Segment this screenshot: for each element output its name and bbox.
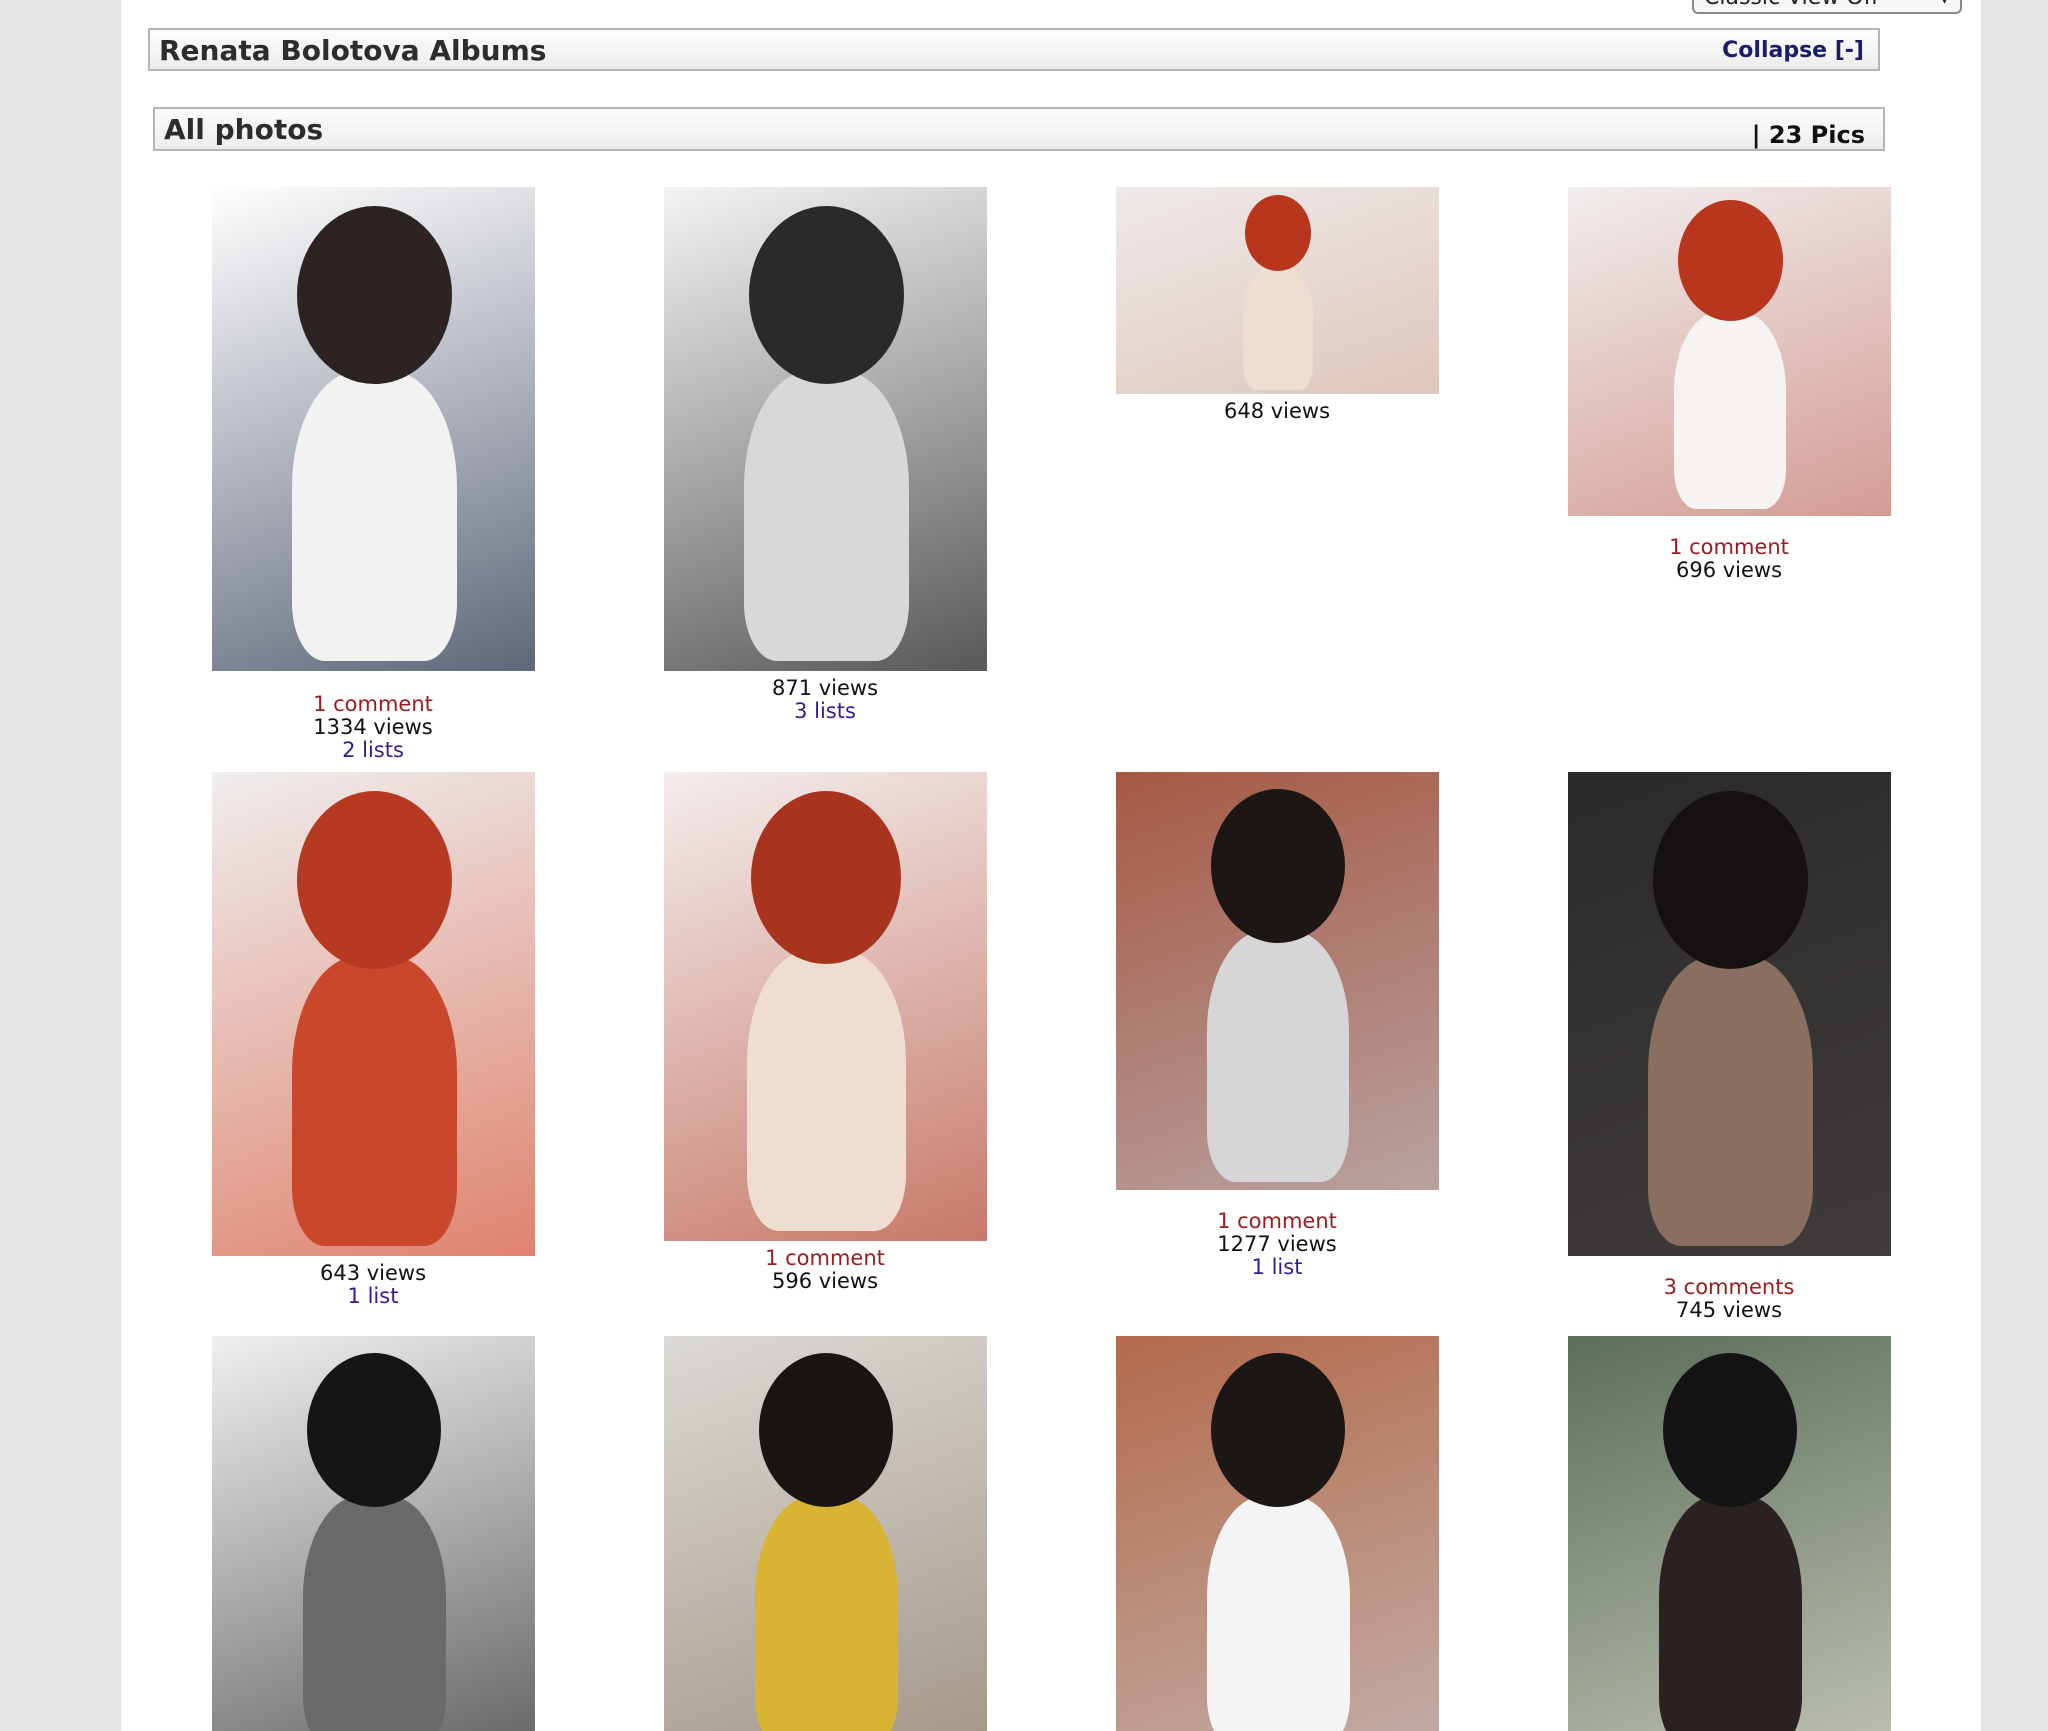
photo-stats: 648 views [1115,400,1439,423]
photo-views-count: 648 views [1223,399,1331,423]
photo-thumbnail[interactable] [1115,1336,1439,1731]
photo-subject-body [1647,956,1813,1246]
photo-subject-body [743,371,909,661]
photo-subject-body [291,956,457,1246]
photo-lists-link[interactable]: 1 list [211,1285,535,1308]
photo-subject-hair [306,1353,441,1507]
photo-subject-body [1673,312,1786,509]
photo-stats: 1 comment 1334 views 2 lists [211,693,535,762]
photo-thumbnail[interactable] [663,1336,987,1731]
photo-subject-hair [758,1353,893,1507]
photo-item: 871 views 3 lists [663,187,987,723]
photo-subject-hair [1210,1353,1345,1507]
photo-comments-link[interactable]: 1 comment [1567,536,1891,559]
photo-subject-body [291,371,457,661]
photo-item: 643 views 1 list [211,772,535,1308]
page-content: Classic View Off ▾ Renata Bolotova Album… [121,0,1981,1731]
photo-thumbnail[interactable] [1567,772,1891,1256]
photo-item: 1 comment 696 views [1567,187,1891,582]
photo-grid: 1 comment 1334 views 2 lists 871 views 3 lis… [121,0,1981,1731]
photo-subject-hair [750,791,901,964]
photo-views-count: 643 views [319,1261,427,1285]
photo-thumbnail[interactable] [1567,187,1891,516]
photo-thumbnail[interactable] [1115,187,1439,394]
photo-lists-link[interactable]: 3 lists [663,700,987,723]
photo-stats: 1 comment 696 views [1567,536,1891,582]
photo-subject-body [302,1496,446,1731]
photo-thumbnail[interactable] [211,187,535,671]
photo-subject-body [746,950,906,1231]
photo-subject-hair [1210,789,1345,943]
photo-item [211,1336,535,1731]
photo-thumbnail[interactable] [211,772,535,1256]
photo-comments-link[interactable]: 1 comment [663,1247,987,1270]
photo-subject-hair [296,791,452,969]
photo-subject-body [1206,1496,1350,1731]
photo-comments-link[interactable]: 3 comments [1567,1276,1891,1299]
photo-item [1567,1336,1891,1731]
photo-subject-hair [1652,791,1808,969]
photo-comments-link[interactable]: 1 comment [1115,1210,1439,1233]
photo-stats: 1 comment 1277 views 1 list [1115,1210,1439,1279]
photo-subject-hair [1244,195,1311,271]
photo-views-count: 596 views [771,1269,879,1293]
photo-subject-body [1242,266,1313,390]
photo-lists-link[interactable]: 1 list [1115,1256,1439,1279]
photo-item: 1 comment 1334 views 2 lists [211,187,535,762]
photo-thumbnail[interactable] [211,1336,535,1731]
photo-thumbnail[interactable] [663,772,987,1241]
photo-item [1115,1336,1439,1731]
photo-lists-link[interactable]: 2 lists [211,739,535,762]
photo-item: 1 comment 596 views [663,772,987,1293]
photo-item: 3 comments 745 views [1567,772,1891,1322]
photo-stats: 1 comment 596 views [663,1247,987,1293]
photo-subject-hair [1662,1353,1797,1507]
photo-views-count: 696 views [1675,558,1783,582]
photo-thumbnail[interactable] [663,187,987,671]
photo-item [663,1336,987,1731]
photo-views-count: 1277 views [1217,1232,1337,1256]
photo-comments-link[interactable]: 1 comment [211,693,535,716]
photo-views-count: 745 views [1675,1298,1783,1322]
photo-views-count: 1334 views [313,715,433,739]
photo-subject-body [1206,931,1349,1182]
photo-subject-body [1658,1496,1802,1731]
photo-stats: 3 comments 745 views [1567,1276,1891,1322]
photo-subject-body [754,1496,898,1731]
photo-stats: 871 views 3 lists [663,677,987,723]
photo-subject-hair [748,206,904,384]
photo-item: 648 views [1115,187,1439,423]
photo-thumbnail[interactable] [1115,772,1439,1190]
photo-stats: 643 views 1 list [211,1262,535,1308]
photo-subject-hair [296,206,452,384]
photo-item: 1 comment 1277 views 1 list [1115,772,1439,1279]
photo-views-count: 871 views [771,676,879,700]
photo-thumbnail[interactable] [1567,1336,1891,1731]
photo-subject-hair [1677,200,1783,321]
